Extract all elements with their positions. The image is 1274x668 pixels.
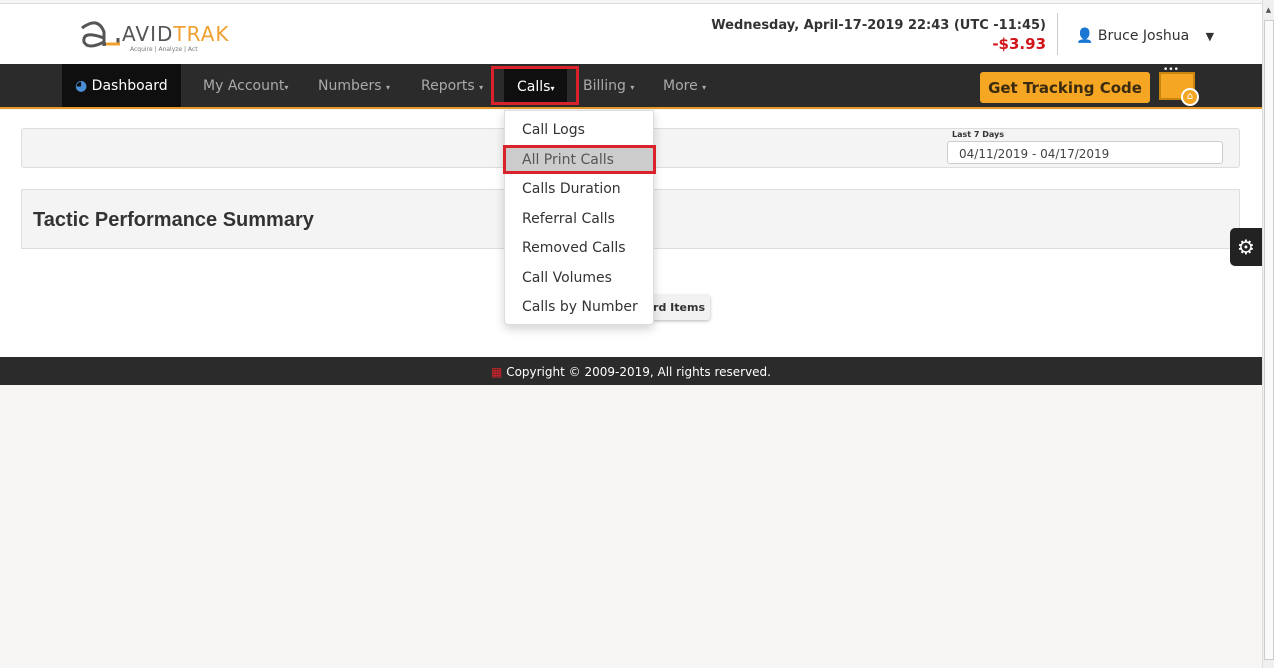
divider <box>1057 13 1058 55</box>
user-menu[interactable]: 👤 Bruce Joshua ▼ <box>1076 28 1214 44</box>
datetime-block: Wednesday, April-17-2019 22:43 (UTC -11:… <box>711 18 1046 53</box>
caret-icon: ▾ <box>284 83 289 92</box>
nav-more[interactable]: More ▾ <box>650 64 719 107</box>
home-icon: ⌂ <box>1181 88 1199 106</box>
caret-icon: ▾ <box>479 83 484 92</box>
dashboard-gauge-icon: ◕ <box>75 78 88 94</box>
header: AVIDTRAK Acquire | Analyze | Act Wednesd… <box>0 3 1262 64</box>
datetime: Wednesday, April-17-2019 22:43 (UTC -11:… <box>711 18 1046 33</box>
logo-text: AVIDTRAK <box>122 22 230 46</box>
nav-label: Billing <box>583 78 626 94</box>
footer: ▦ Copyright © 2009-2019, All rights rese… <box>0 357 1262 385</box>
balance: -$3.93 <box>992 35 1046 53</box>
calls-dropdown: Call Logs All Print Calls Calls Duration… <box>504 110 654 325</box>
logo-mark-icon <box>81 21 120 48</box>
user-name: Bruce Joshua <box>1097 28 1190 44</box>
nav-label: Numbers <box>318 78 382 94</box>
menu-item-calls-duration[interactable]: Calls Duration <box>505 174 653 204</box>
nav-label: More <box>663 78 698 94</box>
logo-tagline: Acquire | Analyze | Act <box>130 46 198 53</box>
all-print-calls-highlight-box <box>503 145 656 174</box>
main-nav: ◕ Dashboard My Account▾ Numbers ▾ Report… <box>0 64 1262 109</box>
grid-icon: ▦ <box>491 365 503 379</box>
calls-highlight-box <box>491 66 579 105</box>
scroll-up-icon[interactable]: ▲ <box>1263 6 1274 14</box>
nav-my-account[interactable]: My Account▾ <box>190 64 301 107</box>
nav-label: My Account <box>203 78 285 94</box>
caret-icon: ▾ <box>702 83 707 92</box>
settings-gear-icon[interactable]: ⚙ <box>1230 228 1262 266</box>
copyright: Copyright © 2009-2019, All rights reserv… <box>506 365 771 379</box>
caret-down-icon: ▼ <box>1205 30 1215 43</box>
menu-item-call-volumes[interactable]: Call Volumes <box>505 263 653 293</box>
panel-title: Tactic Performance Summary <box>33 209 314 231</box>
nav-label: Dashboard <box>91 78 168 94</box>
menu-item-removed-calls[interactable]: Removed Calls <box>505 233 653 263</box>
get-tracking-code-button[interactable]: Get Tracking Code <box>980 72 1150 103</box>
nav-billing[interactable]: Billing ▾ <box>570 64 647 107</box>
logo[interactable]: AVIDTRAK Acquire | Analyze | Act <box>78 16 228 56</box>
caret-icon: ▾ <box>630 83 635 92</box>
nav-reports[interactable]: Reports ▾ <box>408 64 496 107</box>
nav-numbers[interactable]: Numbers ▾ <box>305 64 403 107</box>
nav-dashboard[interactable]: ◕ Dashboard <box>62 64 181 107</box>
scrollbar-thumb[interactable] <box>1264 20 1274 660</box>
page: AVIDTRAK Acquire | Analyze | Act Wednesd… <box>0 0 1262 668</box>
menu-item-calls-by-number[interactable]: Calls by Number <box>505 292 653 322</box>
vertical-scrollbar[interactable]: ▲ <box>1262 0 1274 668</box>
user-icon: 👤 <box>1076 28 1094 44</box>
menu-item-referral-calls[interactable]: Referral Calls <box>505 204 653 234</box>
nav-label: Reports <box>421 78 475 94</box>
date-range-input[interactable]: 04/11/2019 - 04/17/2019 <box>947 141 1223 164</box>
date-range-label: Last 7 Days <box>952 130 1004 139</box>
caret-icon: ▾ <box>386 83 391 92</box>
menu-item-call-logs[interactable]: Call Logs <box>505 115 653 145</box>
